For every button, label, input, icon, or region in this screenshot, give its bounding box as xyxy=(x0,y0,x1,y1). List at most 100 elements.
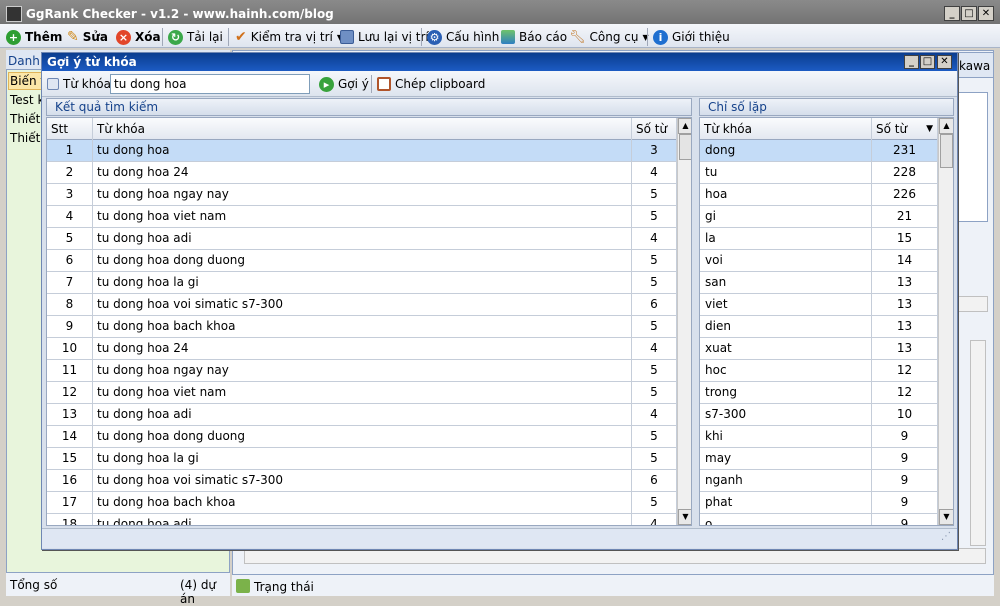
table-row[interactable]: 7 tu dong hoa la gi 5 xyxy=(47,272,677,294)
edit-button[interactable]: ✎ Sửa xyxy=(67,28,108,46)
table-row[interactable]: s7-300 10 xyxy=(700,404,938,426)
col-keyword[interactable]: Từ khóa xyxy=(93,118,632,140)
scroll-down-icon[interactable]: ▼ xyxy=(678,509,691,525)
check-icon: ✔ xyxy=(235,29,247,45)
col-count[interactable]: Số từ ▼ xyxy=(872,118,938,140)
table-row[interactable]: 6 tu dong hoa dong duong 5 xyxy=(47,250,677,272)
table-row[interactable]: tu 228 xyxy=(700,162,938,184)
table-row[interactable]: 17 tu dong hoa bach khoa 5 xyxy=(47,492,677,514)
table-row[interactable]: 11 tu dong hoa ngay nay 5 xyxy=(47,360,677,382)
suggest-button[interactable]: ▸ Gợi ý xyxy=(319,75,369,93)
about-button[interactable]: i Giới thiệu xyxy=(653,28,730,46)
table-row[interactable]: la 15 xyxy=(700,228,938,250)
table-row[interactable]: 15 tu dong hoa la gi 5 xyxy=(47,448,677,470)
results-vertical-scrollbar[interactable]: ▲ ▼ xyxy=(677,118,691,525)
keyword-tab[interactable]: kawa xyxy=(954,52,994,78)
table-row[interactable]: 9 tu dong hoa bach khoa 5 xyxy=(47,316,677,338)
project-item[interactable]: Test k xyxy=(10,93,44,107)
cell-keyword: o xyxy=(700,514,872,525)
config-button[interactable]: ⚙ Cấu hình xyxy=(427,28,499,46)
copy-clipboard-button[interactable]: Chép clipboard xyxy=(377,75,485,93)
background-horizontal-scrollbar[interactable] xyxy=(244,548,986,564)
table-row[interactable]: 5 tu dong hoa adi 4 xyxy=(47,228,677,250)
reload-button[interactable]: ↻ Tải lại xyxy=(168,28,223,46)
scroll-down-icon[interactable]: ▼ xyxy=(939,509,953,525)
cell-stt: 5 xyxy=(47,228,93,250)
table-row[interactable]: khi 9 xyxy=(700,426,938,448)
resize-grip-icon[interactable]: ⋰ xyxy=(941,531,951,542)
cell-count: 226 xyxy=(872,184,938,206)
project-tab[interactable]: Danh xyxy=(8,54,40,68)
table-row[interactable]: xuat 13 xyxy=(700,338,938,360)
cell-count: 13 xyxy=(872,316,938,338)
cell-keyword: tu dong hoa adi xyxy=(93,404,632,426)
table-row[interactable]: phat 9 xyxy=(700,492,938,514)
table-row[interactable]: 2 tu dong hoa 24 4 xyxy=(47,162,677,184)
table-row[interactable]: 4 tu dong hoa viet nam 5 xyxy=(47,206,677,228)
table-row[interactable]: 10 tu dong hoa 24 4 xyxy=(47,338,677,360)
cell-keyword: tu dong hoa bach khoa xyxy=(93,316,632,338)
table-row[interactable]: 13 tu dong hoa adi 4 xyxy=(47,404,677,426)
background-horizontal-scrollbar[interactable] xyxy=(954,296,988,312)
project-footer: Tổng số (4) dự án xyxy=(6,572,230,606)
table-row[interactable]: san 13 xyxy=(700,272,938,294)
check-rank-button[interactable]: ✔ Kiểm tra vị trí ▼ xyxy=(235,28,343,46)
table-row[interactable]: 14 tu dong hoa dong duong 5 xyxy=(47,426,677,448)
frequency-vertical-scrollbar[interactable]: ▲ ▼ xyxy=(938,118,953,525)
table-row[interactable]: 12 tu dong hoa viet nam 5 xyxy=(47,382,677,404)
cell-keyword: tu xyxy=(700,162,872,184)
table-row[interactable]: dien 13 xyxy=(700,316,938,338)
table-row[interactable]: viet 13 xyxy=(700,294,938,316)
cell-count: 231 xyxy=(872,140,938,162)
table-row[interactable]: gi 21 xyxy=(700,206,938,228)
delete-button[interactable]: × Xóa xyxy=(116,28,161,46)
maximize-button[interactable]: □ xyxy=(961,6,977,21)
background-vertical-scrollbar[interactable] xyxy=(970,340,986,546)
tools-button[interactable]: 🔧︎ Công cụ ▼ xyxy=(569,28,649,46)
table-row[interactable]: 8 tu dong hoa voi simatic s7-300 6 xyxy=(47,294,677,316)
cell-word-count: 5 xyxy=(632,206,677,228)
table-row[interactable]: nganh 9 xyxy=(700,470,938,492)
table-row[interactable]: voi 14 xyxy=(700,250,938,272)
cell-keyword: nganh xyxy=(700,470,872,492)
table-row[interactable]: hoc 12 xyxy=(700,360,938,382)
save-rank-button[interactable]: Lưu lại vị trí xyxy=(340,28,429,46)
minimize-button[interactable]: _ xyxy=(944,6,960,21)
add-button[interactable]: + Thêm xyxy=(6,28,62,46)
project-item[interactable]: Biến t xyxy=(10,74,45,88)
close-button[interactable]: ✕ xyxy=(978,6,994,21)
table-row[interactable]: 3 tu dong hoa ngay nay 5 xyxy=(47,184,677,206)
cell-stt: 1 xyxy=(47,140,93,162)
cell-keyword: tu dong hoa voi simatic s7-300 xyxy=(93,470,632,492)
dialog-maximize-button[interactable]: □ xyxy=(920,55,935,69)
table-row[interactable]: hoa 226 xyxy=(700,184,938,206)
table-row[interactable]: o9 xyxy=(700,514,938,525)
table-row[interactable]: dong 231 xyxy=(700,140,938,162)
project-item[interactable]: Thiết xyxy=(10,131,40,145)
dialog-close-button[interactable]: ✕ xyxy=(937,55,952,69)
scroll-thumb[interactable] xyxy=(679,134,691,160)
frequency-header: Từ khóa Số từ ▼ xyxy=(700,118,938,140)
cell-keyword: khi xyxy=(700,426,872,448)
col-stt[interactable]: Stt xyxy=(47,118,93,140)
col-word-count[interactable]: Số từ xyxy=(632,118,677,140)
scroll-up-icon[interactable]: ▲ xyxy=(678,118,691,134)
report-button[interactable]: Báo cáo xyxy=(501,28,567,46)
table-row[interactable]: may 9 xyxy=(700,448,938,470)
cell-word-count: 5 xyxy=(632,184,677,206)
col-keyword[interactable]: Từ khóa xyxy=(700,118,872,140)
table-row[interactable]: 16 tu dong hoa voi simatic s7-300 6 xyxy=(47,470,677,492)
scroll-up-icon[interactable]: ▲ xyxy=(939,118,953,134)
keyword-input[interactable] xyxy=(110,74,310,94)
table-row[interactable]: 18 tu dong hoa adi 4 xyxy=(47,514,677,525)
project-item[interactable]: Thiết xyxy=(10,112,40,126)
scroll-thumb[interactable] xyxy=(940,134,953,168)
table-row[interactable]: trong 12 xyxy=(700,382,938,404)
dialog-minimize-button[interactable]: _ xyxy=(904,55,919,69)
cell-stt: 18 xyxy=(47,514,93,525)
toolbar-separator xyxy=(371,75,372,93)
cell-stt: 4 xyxy=(47,206,93,228)
table-row[interactable]: 1 tu dong hoa 3 xyxy=(47,140,677,162)
cell-keyword: xuat xyxy=(700,338,872,360)
cell-keyword: s7-300 xyxy=(700,404,872,426)
